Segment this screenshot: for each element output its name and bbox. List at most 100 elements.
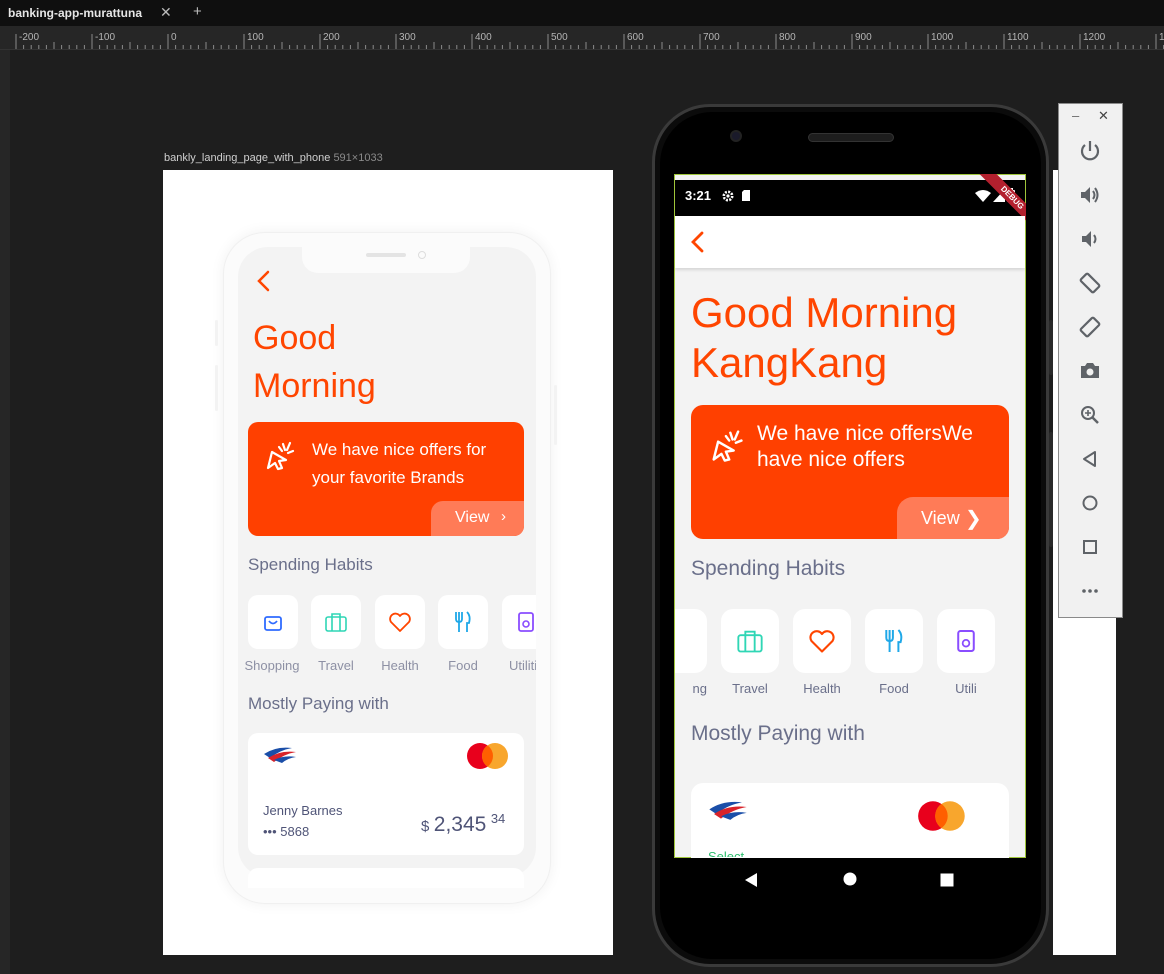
mockup-category-utilities[interactable] [502,595,536,649]
device-volume-button [1049,432,1053,547]
overview-icon[interactable] [1076,533,1104,561]
spending-title: Spending Habits [691,557,846,580]
view-label: View [921,508,960,528]
utility-icon [957,630,975,652]
sd-card-icon [742,190,750,201]
paying-title: Mostly Paying with [691,722,865,745]
category-utilities[interactable] [937,609,995,673]
ruler-label: 700 [703,32,720,43]
view-button[interactable]: View ❯ [897,497,1009,539]
nav-overview-icon[interactable] [940,873,954,887]
back-icon[interactable] [1076,445,1104,473]
back-icon[interactable] [690,231,706,258]
camera-icon[interactable] [1076,357,1104,385]
status-time: 3:21 [685,188,712,203]
more-icon[interactable] [1076,577,1104,605]
mockup-currency: $ [421,818,430,835]
artboard-name: bankly_landing_page_with_phone [164,152,331,164]
volume-up-icon[interactable] [1076,181,1104,209]
mockup-category-label: Health [381,658,419,673]
home-icon[interactable] [1076,489,1104,517]
mockup-camera [418,251,426,259]
ruler-label: 0 [171,32,177,43]
front-camera [730,130,742,142]
vertical-ruler [0,50,10,974]
mockup-side-button [215,320,218,346]
mockup-offer-text: We have nice offers for your favorite Br… [312,440,487,487]
nav-back-icon[interactable] [744,872,758,888]
suitcase-icon [737,630,763,653]
ruler-label: 600 [627,32,644,43]
panel-minimize-button[interactable]: – [1072,108,1079,123]
mastercard-logo-icon [466,742,510,775]
mockup-category-label: Travel [318,658,354,673]
fork-knife-icon [455,611,471,632]
mockup-amount: 2,345 [433,813,487,836]
bank-flag-logo-icon [262,746,298,769]
earpiece [808,133,894,142]
rotate-left-icon[interactable] [1076,269,1104,297]
category-label: Utili [955,681,977,696]
bank-flag-logo-icon [707,800,749,826]
artboard-size: 591×1033 [333,152,383,164]
mockup-back-icon[interactable] [256,270,272,297]
category-travel[interactable] [721,609,779,673]
nav-home-icon[interactable] [843,872,857,886]
suitcase-icon [325,613,347,632]
ruler-label: 100 [247,32,264,43]
ruler-label: 1100 [1007,32,1029,43]
ruler-label: 200 [323,32,340,43]
mockup-greeting-line1: Good [253,319,337,357]
heart-icon [809,630,835,653]
gear-icon [722,190,734,202]
mockup-view-button[interactable]: View › [431,501,524,536]
mockup-category-health[interactable] [375,595,425,649]
ruler-label: 500 [551,32,568,43]
mockup-speaker [366,253,406,257]
greeting: Good Morning KangKang [691,288,1021,388]
app-bar [675,216,1025,268]
category-label: Travel [732,681,768,696]
ruler-label: -200 [19,32,39,43]
zoom-icon[interactable] [1076,401,1104,429]
ruler-label: 900 [855,32,872,43]
mockup-next-card [248,868,524,888]
mockup-category-label: Shopping [244,658,300,673]
mockup-greeting: Good Morning [253,314,503,410]
greeting-line2: KangKang [691,339,888,386]
greeting-line1: Good Morning [691,289,958,336]
mockup-card-number: ••• 5868 [263,824,310,839]
mockup-notch [302,247,470,273]
shopping-bag-icon [264,616,282,631]
panel-close-button[interactable]: ✕ [1098,108,1109,124]
mockup-spending-title: Spending Habits [248,555,373,574]
category-shopping[interactable] [675,609,707,673]
tab-close-icon[interactable]: ✕ [160,4,172,21]
mockup-card-amount: $ 2,345 34 [421,811,505,837]
mockup-category-food[interactable] [438,595,488,649]
category-label: ng [692,681,707,696]
ruler-label: 400 [475,32,492,43]
ruler-label: -100 [95,32,115,43]
mastercard-logo-icon [917,800,967,837]
mockup-category-shopping[interactable] [248,595,298,649]
category-food[interactable] [865,609,923,673]
rotate-right-icon[interactable] [1076,313,1104,341]
mockup-side-button [215,365,218,411]
android-nav-bar [675,858,1025,900]
chevron-right-icon: › [501,508,506,525]
ruler-label: 13 [1159,32,1164,43]
power-icon[interactable] [1076,137,1104,165]
artboard-label[interactable]: bankly_landing_page_with_phone 591×1033 [164,152,383,164]
category-health[interactable] [793,609,851,673]
category-label: Health [803,681,841,696]
offer-text: We have nice offersWe have nice offers [757,422,973,471]
cursor-click-icon [707,425,747,470]
category-label: Food [879,681,909,696]
tab-banking-app[interactable]: banking-app-murattuna ✕ [0,0,185,26]
volume-down-icon[interactable] [1076,225,1104,253]
mockup-side-button [554,385,557,445]
ruler-label: 800 [779,32,796,43]
new-tab-button[interactable]: + [193,3,202,20]
mockup-category-travel[interactable] [311,595,361,649]
